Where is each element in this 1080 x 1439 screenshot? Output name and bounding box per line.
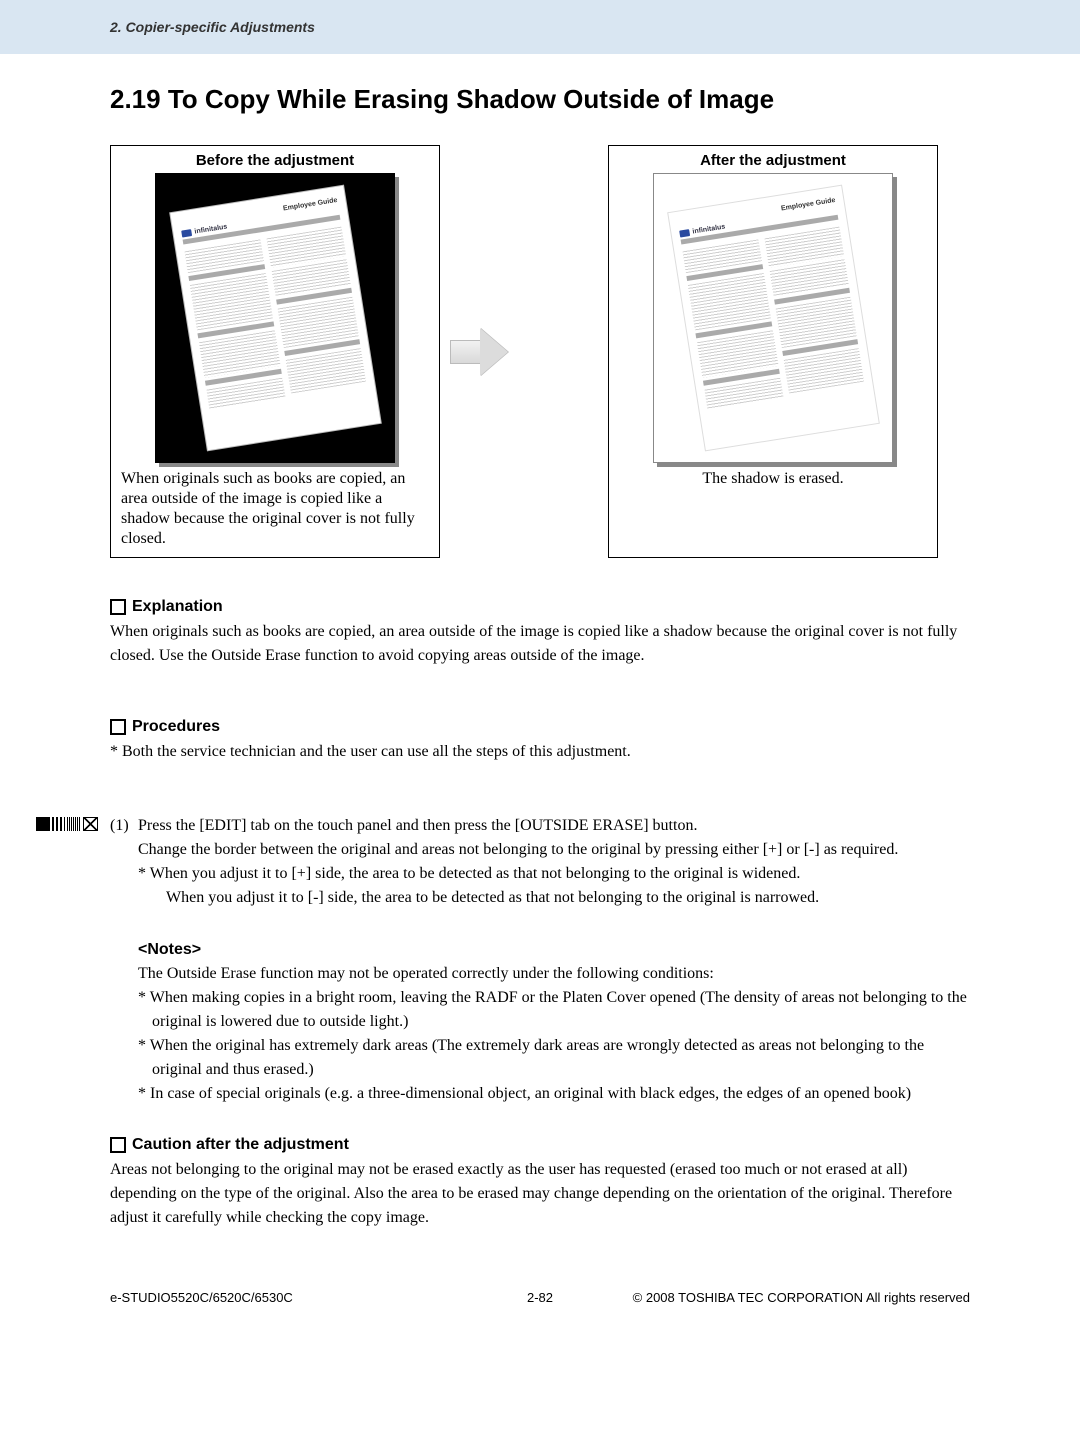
procedure-step-1: (1)Press the [EDIT] tab on the touch pan… bbox=[110, 814, 970, 1106]
figure-after: After the adjustment Employee Guide infi… bbox=[608, 145, 938, 558]
heading-caution: Caution after the adjustment bbox=[110, 1136, 970, 1154]
arrow-cell bbox=[440, 145, 520, 558]
heading-procedures: Procedures bbox=[110, 718, 970, 736]
footer-model: e-STUDIO5520C/6520C/6530C bbox=[110, 1290, 293, 1305]
figure-after-image: Employee Guide infinitalus bbox=[653, 173, 893, 463]
figure-before-image: Employee Guide infinitalus bbox=[155, 173, 395, 463]
notes-item-2: * When the original has extremely dark a… bbox=[138, 1034, 970, 1082]
notes-body: The Outside Erase function may not be op… bbox=[110, 962, 970, 1106]
chapter-header: 2. Copier-specific Adjustments bbox=[0, 0, 1080, 54]
figure-before-caption: When originals such as books are copied,… bbox=[121, 469, 429, 549]
procedures-note: * Both the service technician and the us… bbox=[110, 740, 970, 764]
footer-copyright: © 2008 TOSHIBA TEC CORPORATION All right… bbox=[633, 1290, 970, 1305]
page-footer: e-STUDIO5520C/6520C/6530C 2-82 © 2008 TO… bbox=[0, 1290, 1080, 1330]
caution-text: Areas not belonging to the original may … bbox=[110, 1158, 970, 1230]
page-content: 2.19 To Copy While Erasing Shadow Outsid… bbox=[0, 54, 1080, 1230]
breadcrumb: 2. Copier-specific Adjustments bbox=[110, 19, 315, 35]
step1-line1: Press the [EDIT] tab on the touch panel … bbox=[138, 817, 697, 834]
footer-page-number: 2-82 bbox=[527, 1290, 553, 1305]
figure-after-caption: The shadow is erased. bbox=[619, 469, 927, 489]
page-title: 2.19 To Copy While Erasing Shadow Outsid… bbox=[110, 84, 970, 115]
step1-line2: Change the border between the original a… bbox=[110, 838, 970, 862]
explanation-text: When originals such as books are copied,… bbox=[110, 620, 970, 668]
notes-item-3: * In case of special originals (e.g. a t… bbox=[138, 1082, 970, 1106]
step-number: (1) bbox=[110, 814, 138, 838]
figure-after-title: After the adjustment bbox=[700, 152, 846, 169]
step1-bullet2: When you adjust it to [-] side, the area… bbox=[110, 886, 970, 910]
figure-before: Before the adjustment Employee Guide inf… bbox=[110, 145, 440, 558]
step1-bullet1: * When you adjust it to [+] side, the ar… bbox=[110, 862, 970, 886]
heading-notes: <Notes> bbox=[110, 938, 970, 962]
notes-item-1: * When making copies in a bright room, l… bbox=[138, 986, 970, 1034]
figure-row: Before the adjustment Employee Guide inf… bbox=[110, 145, 970, 558]
heading-explanation: Explanation bbox=[110, 598, 970, 616]
sample-page: Employee Guide infinitalus bbox=[170, 186, 380, 450]
figure-before-title: Before the adjustment bbox=[196, 152, 354, 169]
arrow-icon bbox=[450, 322, 510, 382]
step-marker-icons bbox=[36, 817, 98, 835]
sample-page: Employee Guide infinitalus bbox=[668, 186, 878, 450]
notes-intro: The Outside Erase function may not be op… bbox=[138, 962, 970, 986]
